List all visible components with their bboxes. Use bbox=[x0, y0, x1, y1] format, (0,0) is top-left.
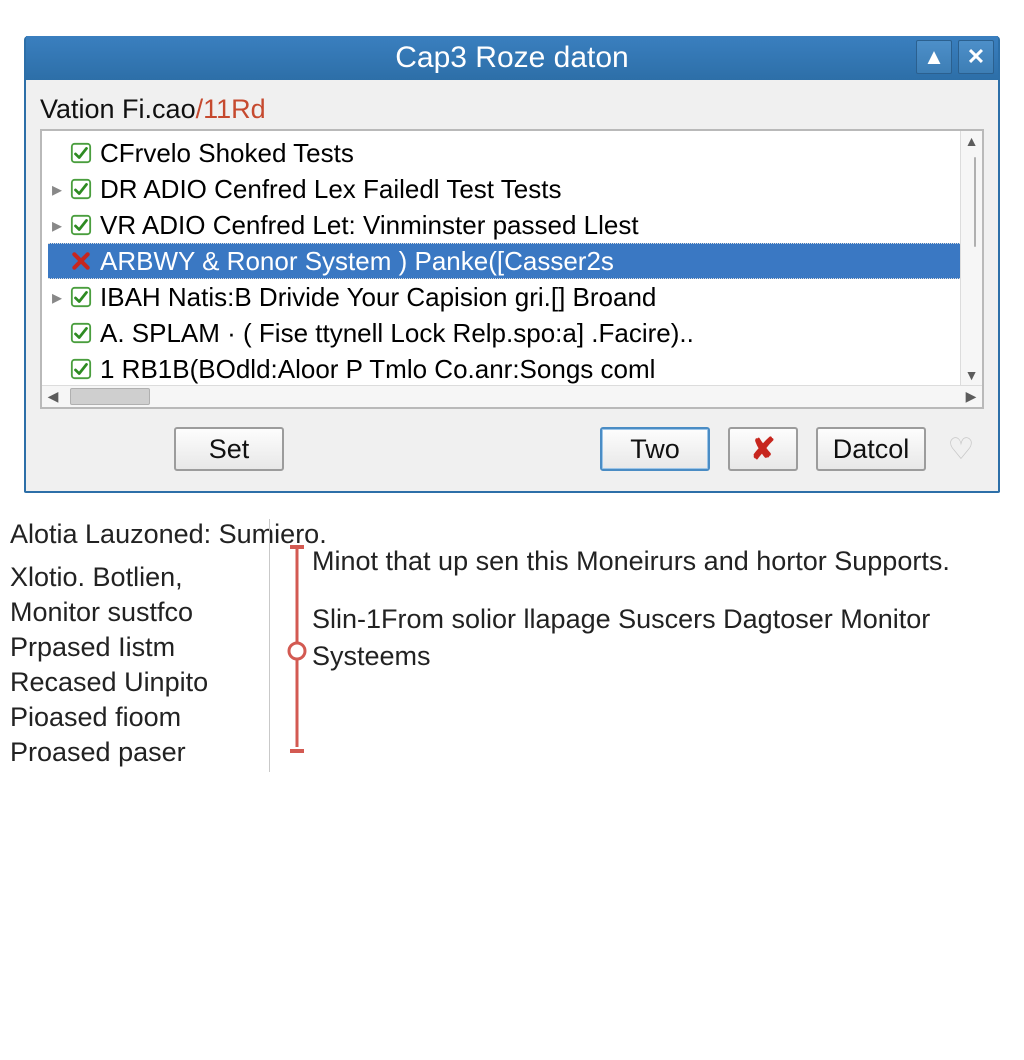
lower-left-line: Pioased fioom bbox=[10, 702, 258, 733]
close-button[interactable]: ✕ bbox=[958, 40, 994, 74]
list-item[interactable]: ▸ VR ADIO Cenfred Let: Vinminster passed … bbox=[48, 207, 960, 243]
delete-button[interactable]: ✘ bbox=[728, 427, 798, 471]
list-item-text: IBAH Natis:B Drivide Your Capision gri.[… bbox=[100, 282, 656, 313]
set-button[interactable]: Set bbox=[174, 427, 284, 471]
expander-icon[interactable]: ▸ bbox=[50, 213, 64, 238]
window-title: Cap3 Roze daton bbox=[26, 41, 998, 75]
note-paragraph-1: Minot that up sen this Moneirurs and hor… bbox=[312, 543, 1004, 579]
lower-left-line: Prpased Iistm bbox=[10, 632, 258, 663]
cross-fail-icon bbox=[70, 250, 92, 272]
list-item[interactable]: ARBWY & Ronor System ) Panke([Casser2s bbox=[48, 243, 960, 279]
set-button-label: Set bbox=[209, 434, 250, 465]
list-item-text: A. SPLAM · ( Fise ttynell Lock Relp.spo:… bbox=[100, 318, 694, 349]
horizontal-scrollbar[interactable]: ◀ ▶ bbox=[42, 385, 982, 407]
lower-left-column: Alotia Lauzoned: Sumiero. Xlotio. Botlie… bbox=[6, 519, 266, 772]
list-item-text: DR ADIO Cenfred Lex Failedl Test Tests bbox=[100, 174, 561, 205]
list-item-text: 1 RB1B(BOdld:Aloor P Tmlo Co.anr:Songs c… bbox=[100, 354, 655, 385]
button-row: Set Two ✘ Datcol ♡ bbox=[40, 427, 984, 477]
two-button[interactable]: Two bbox=[600, 427, 710, 471]
hscroll-track[interactable] bbox=[64, 386, 960, 407]
timeline-icon bbox=[282, 537, 312, 772]
hscroll-thumb[interactable] bbox=[70, 388, 150, 405]
triangle-up-icon: ▲ bbox=[923, 44, 945, 70]
lower-left-line: Proased paser bbox=[10, 737, 258, 768]
note-paragraph-2: Slin-1From solior llapage Suscers Dagtos… bbox=[312, 601, 1004, 674]
dialog-window: Cap3 Roze daton ▲ ✕ Vation Fi.cao/11Rd C… bbox=[24, 36, 1000, 493]
favorite-button[interactable]: ♡ bbox=[944, 432, 978, 466]
lower-right-column: Minot that up sen this Moneirurs and hor… bbox=[269, 519, 1024, 772]
vertical-scrollbar[interactable]: ▲ ▼ bbox=[960, 131, 982, 385]
close-icon: ✕ bbox=[967, 44, 985, 70]
check-pass-icon bbox=[70, 214, 92, 236]
expander-icon[interactable]: ▸ bbox=[50, 285, 64, 310]
scroll-right-icon[interactable]: ▶ bbox=[960, 386, 982, 407]
pane-label: Vation Fi.cao/11Rd bbox=[40, 94, 984, 125]
list-item-text: ARBWY & Ronor System ) Panke([Casser2s bbox=[100, 246, 614, 277]
lower-headline: Alotia Lauzoned: Sumiero. bbox=[10, 519, 258, 550]
list-item[interactable]: CFrvelo Shoked Tests bbox=[48, 135, 960, 171]
datcol-button[interactable]: Datcol bbox=[816, 427, 926, 471]
lower-left-line: Monitor sustfco bbox=[10, 597, 258, 628]
window-buttons: ▲ ✕ bbox=[916, 40, 994, 74]
client-area: Vation Fi.cao/11Rd CFrvelo Shoked Tests▸… bbox=[26, 80, 998, 491]
scroll-down-icon[interactable]: ▼ bbox=[961, 365, 982, 385]
lower-left-line: Xlotio. Botlien, bbox=[10, 562, 258, 593]
lower-left-line: Recased Uinpito bbox=[10, 667, 258, 698]
x-icon: ✘ bbox=[750, 432, 775, 467]
pane-label-suffix: /11Rd bbox=[196, 94, 266, 124]
list-item[interactable]: A. SPLAM · ( Fise ttynell Lock Relp.spo:… bbox=[48, 315, 960, 351]
list-item-text: CFrvelo Shoked Tests bbox=[100, 138, 354, 169]
scroll-up-icon[interactable]: ▲ bbox=[961, 131, 982, 151]
check-pass-icon bbox=[70, 358, 92, 380]
expander-icon[interactable]: ▸ bbox=[50, 177, 64, 202]
pane-label-prefix: Vation Fi.cao bbox=[40, 94, 196, 124]
check-pass-icon bbox=[70, 178, 92, 200]
check-pass-icon bbox=[70, 322, 92, 344]
datcol-button-label: Datcol bbox=[833, 434, 910, 465]
scroll-left-icon[interactable]: ◀ bbox=[42, 386, 64, 407]
list-item[interactable]: ▸ IBAH Natis:B Drivide Your Capision gri.… bbox=[48, 279, 960, 315]
lower-right-notes: Minot that up sen this Moneirurs and hor… bbox=[312, 537, 1004, 772]
titlebar: Cap3 Roze daton ▲ ✕ bbox=[26, 36, 998, 80]
check-pass-icon bbox=[70, 286, 92, 308]
list-item-text: VR ADIO Cenfred Let: Vinminster passed L… bbox=[100, 210, 639, 241]
two-button-label: Two bbox=[630, 434, 680, 465]
list-item[interactable]: ▸ DR ADIO Cenfred Lex Failedl Test Tests bbox=[48, 171, 960, 207]
lower-info-panel: Alotia Lauzoned: Sumiero. Xlotio. Botlie… bbox=[0, 511, 1024, 772]
heart-icon: ♡ bbox=[948, 432, 975, 467]
test-list: CFrvelo Shoked Tests ▸ DR ADIO Cenfred Lex… bbox=[40, 129, 984, 409]
list-item[interactable]: 1 RB1B(BOdld:Aloor P Tmlo Co.anr:Songs c… bbox=[48, 351, 960, 385]
vscroll-thumb[interactable] bbox=[974, 157, 976, 247]
list-content: CFrvelo Shoked Tests ▸ DR ADIO Cenfred Lex… bbox=[42, 131, 960, 385]
minimize-up-button[interactable]: ▲ bbox=[916, 40, 952, 74]
check-pass-icon bbox=[70, 142, 92, 164]
